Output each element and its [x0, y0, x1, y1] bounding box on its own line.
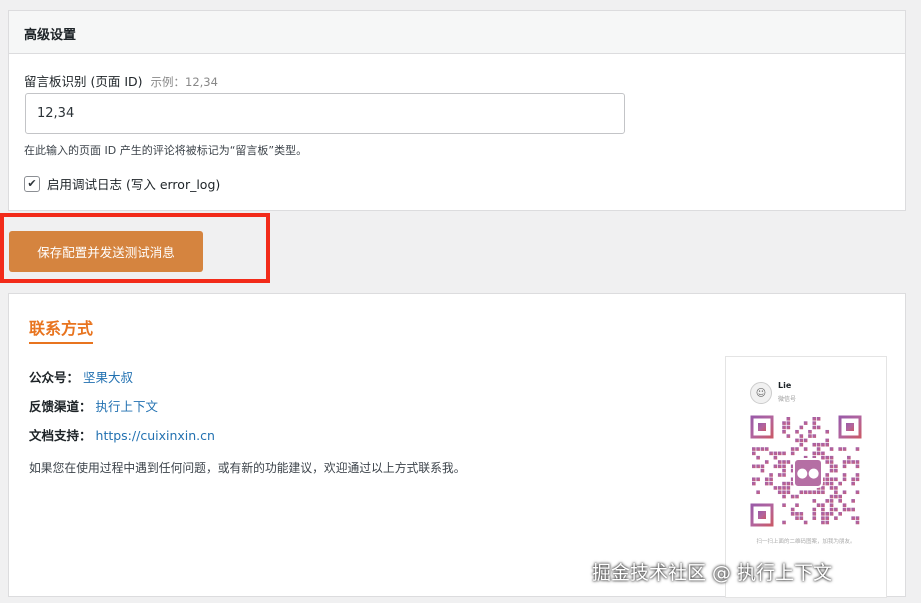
- contact-key: 文档支持：: [29, 428, 92, 443]
- board-id-hint: 示例：12,34: [150, 75, 218, 89]
- contact-link[interactable]: https://cuixinxin.cn: [96, 428, 215, 443]
- contact-value[interactable]: 坚果大叔: [83, 370, 133, 385]
- contact-key: 反馈渠道：: [29, 399, 92, 414]
- contact-row-docs: 文档支持： https://cuixinxin.cn: [29, 425, 215, 444]
- watermark: 掘金技术社区 @ 执行上下文: [592, 562, 833, 584]
- advanced-settings-panel: 高级设置 留言板识别 (页面 ID) 示例：12,34 在此输入的页面 ID 产生…: [8, 10, 906, 211]
- highlight-box: [0, 213, 270, 283]
- qr-profile-sub: 微信号: [778, 396, 797, 403]
- contact-value[interactable]: 执行上下文: [96, 399, 159, 414]
- contact-row-wechat: 公众号： 坚果大叔: [29, 367, 133, 386]
- contact-row-feedback: 反馈渠道： 执行上下文: [29, 396, 158, 415]
- board-id-description: 在此输入的页面 ID 产生的评论将被标记为“留言板”类型。: [24, 144, 308, 157]
- board-id-label-text: 留言板识别 (页面 ID): [24, 74, 143, 89]
- avatar: ☺: [750, 382, 772, 404]
- debug-log-row[interactable]: ✔ 启用调试日志 (写入 error_log): [24, 174, 220, 193]
- contact-panel: 联系方式 公众号： 坚果大叔 反馈渠道： 执行上下文 文档支持： https://cu…: [8, 293, 906, 598]
- qr-profile-name: Lie: [778, 381, 792, 390]
- contact-title: 联系方式: [29, 315, 94, 344]
- board-id-input[interactable]: [25, 93, 625, 134]
- contact-key: 公众号：: [29, 370, 80, 385]
- debug-log-label: 启用调试日志 (写入 error_log): [47, 177, 221, 192]
- debug-log-checkbox[interactable]: ✔: [24, 175, 40, 192]
- board-id-label: 留言板识别 (页面 ID) 示例：12,34: [24, 71, 218, 90]
- advanced-settings-title: 高级设置: [9, 11, 905, 54]
- wechat-icon: ●●: [793, 458, 823, 488]
- contact-note: 如果您在使用过程中遇到任何问题，或有新的功能建议，欢迎通过以上方式联系我。: [29, 461, 466, 475]
- checkmark-icon: ✔: [27, 177, 37, 190]
- qr-footer-text: 扫一扫上面的二维码图案，加我为朋友。: [756, 539, 856, 545]
